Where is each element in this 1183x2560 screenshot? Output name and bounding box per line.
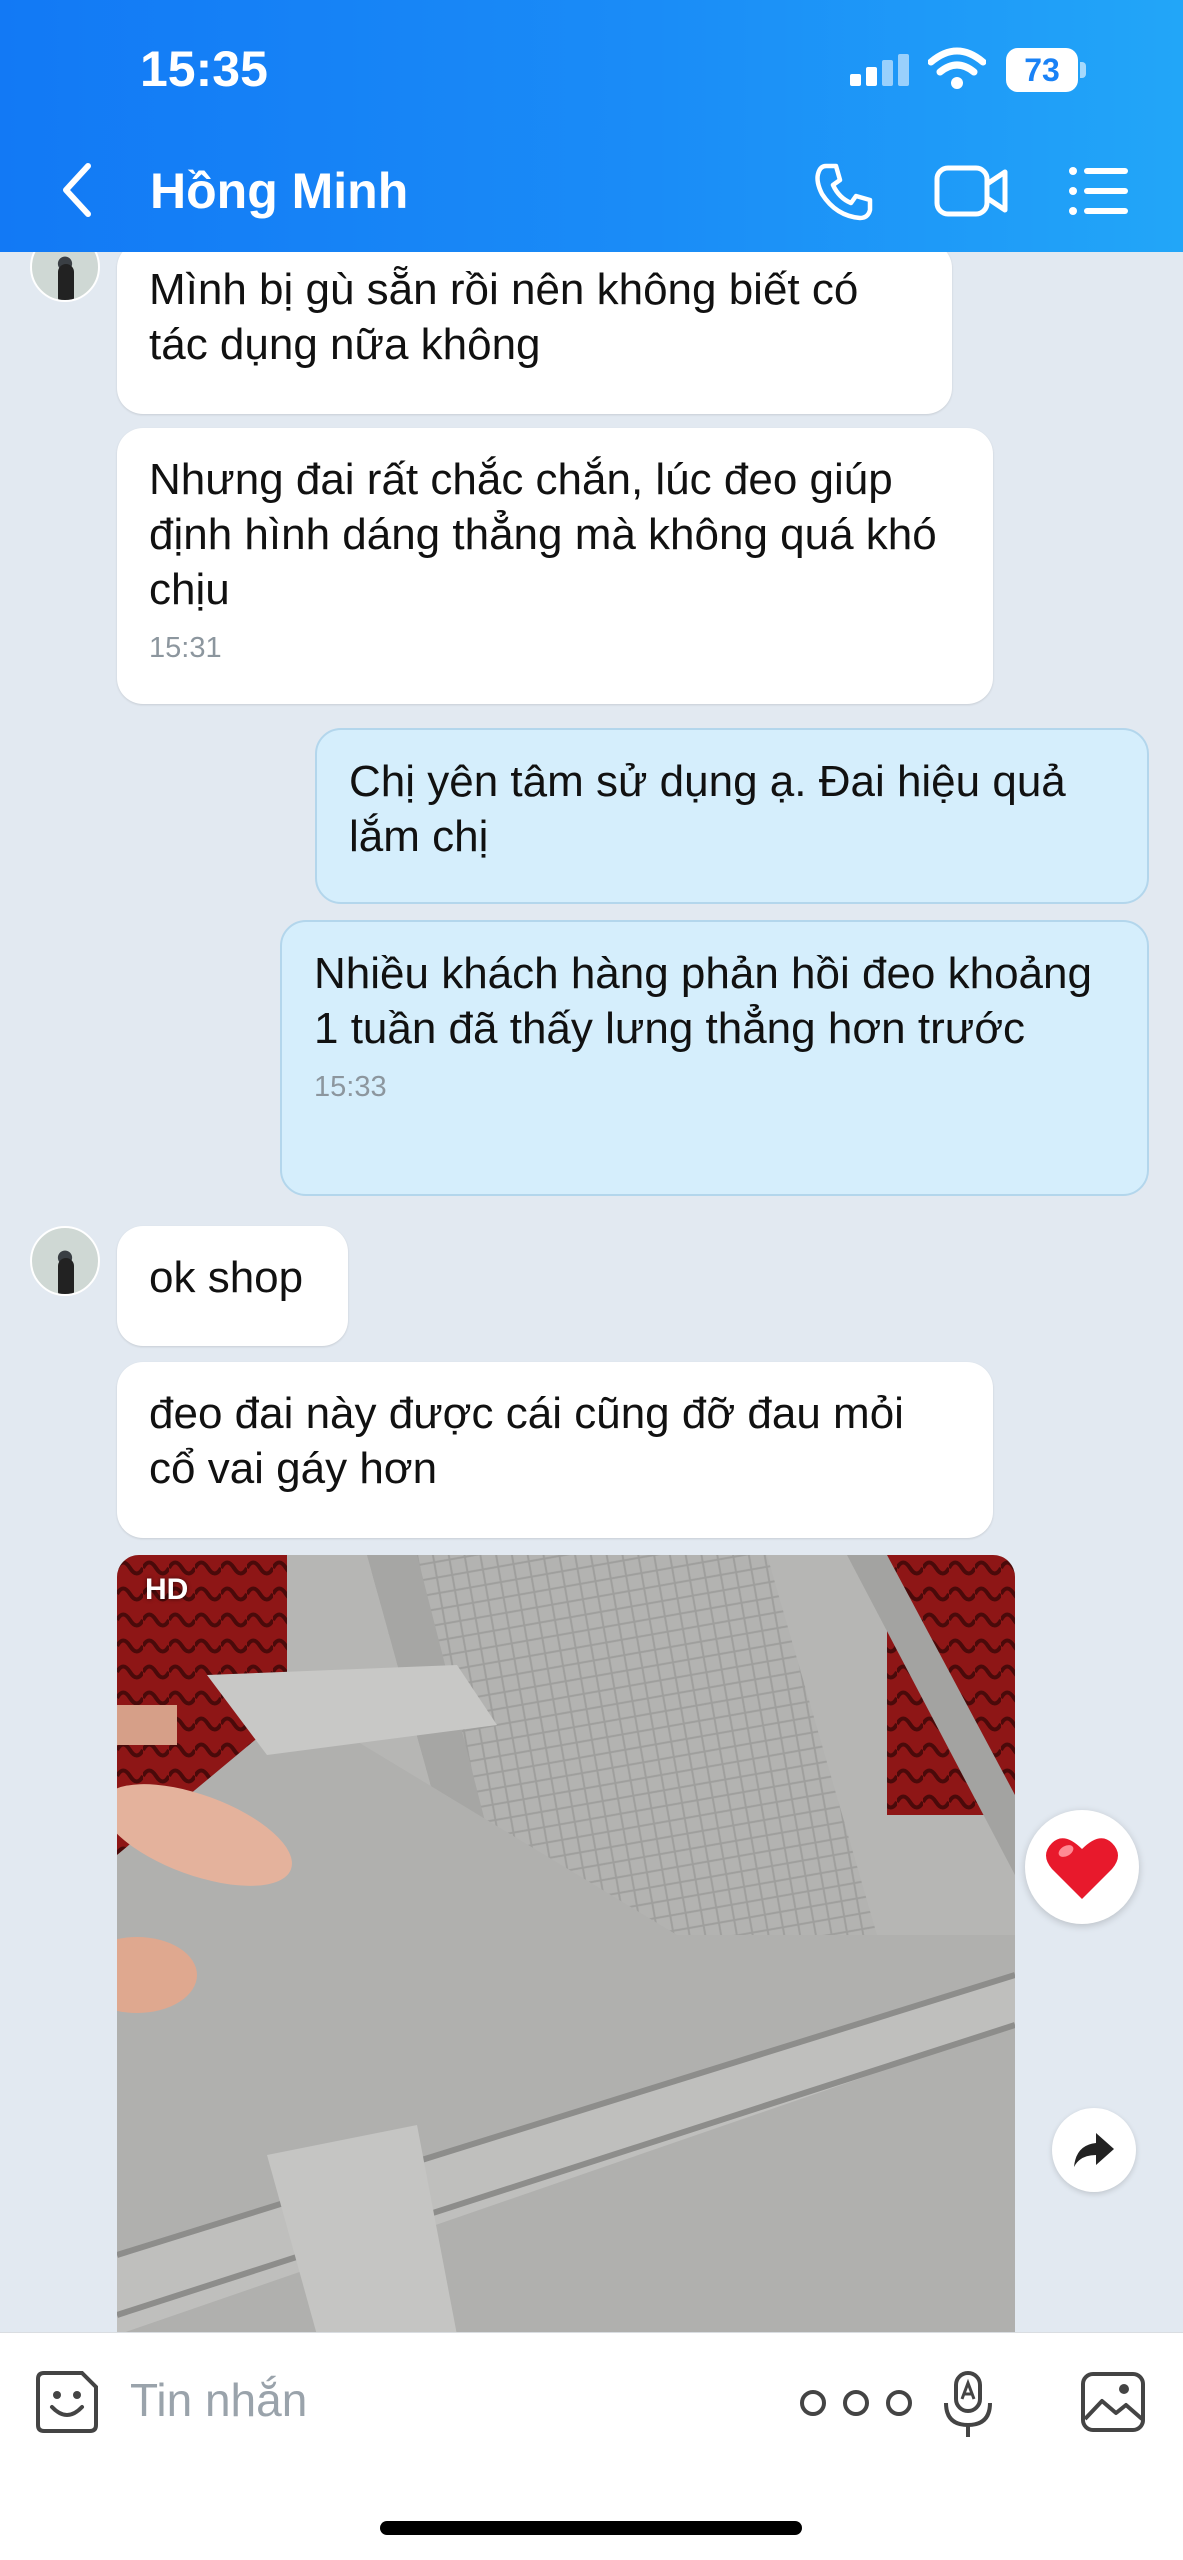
message-bubble[interactable]: Mình bị gù sẵn rồi nên không biết có tác… xyxy=(117,252,952,414)
battery-icon: 73 xyxy=(1006,48,1086,92)
contact-avatar[interactable] xyxy=(30,1226,100,1296)
message-bubble[interactable]: Nhiều khách hàng phản hồi đeo khoảng 1 t… xyxy=(280,920,1149,1196)
home-indicator xyxy=(380,2521,802,2535)
message-list[interactable]: Mình bị gù sẵn rồi nên không biết có tác… xyxy=(0,252,1183,2332)
message-text: đeo đai này được cái cũng đỡ đau mỏi cổ … xyxy=(149,1389,904,1493)
share-icon xyxy=(1074,2133,1114,2167)
message-text: Chị yên tâm sử dụng ạ. Đai hiệu quả lắm … xyxy=(349,757,1066,861)
message-time: 15:31 xyxy=(149,632,222,664)
message-bubble[interactable]: đeo đai này được cái cũng đỡ đau mỏi cổ … xyxy=(117,1362,993,1538)
message-text: Nhưng đai rất chắc chắn, lúc đeo giúp đị… xyxy=(149,455,937,614)
signal-icon xyxy=(850,54,909,86)
message-bubble[interactable]: ok shop xyxy=(117,1226,348,1346)
back-icon[interactable] xyxy=(52,160,102,220)
hd-badge: HD xyxy=(145,1573,189,1606)
message-bubble[interactable]: Nhưng đai rất chắc chắn, lúc đeo giúp đị… xyxy=(117,428,993,704)
phone-icon[interactable] xyxy=(812,160,876,224)
video-call-icon[interactable] xyxy=(934,162,1008,220)
heart-icon xyxy=(1046,1838,1118,1899)
composer-bar: Tin nhắn xyxy=(0,2332,1183,2560)
heart-reaction-button[interactable] xyxy=(1025,1810,1139,1924)
contact-avatar[interactable] xyxy=(30,252,100,302)
share-button[interactable] xyxy=(1052,2108,1136,2192)
message-text: Nhiều khách hàng phản hồi đeo khoảng 1 t… xyxy=(314,949,1092,1053)
photo-image xyxy=(117,1555,1015,2332)
message-bubble[interactable]: Chị yên tâm sử dụng ạ. Đai hiệu quả lắm … xyxy=(315,728,1149,904)
message-time: 15:33 xyxy=(314,1071,387,1103)
image-icon[interactable] xyxy=(1080,2371,1146,2433)
sticker-icon[interactable] xyxy=(34,2369,100,2435)
status-time: 15:35 xyxy=(140,41,268,97)
more-icon[interactable] xyxy=(795,2383,917,2423)
wifi-icon xyxy=(928,47,986,89)
header-bar: 15:35 73 Hồng Minh xyxy=(0,0,1183,252)
message-input[interactable]: Tin nhắn xyxy=(130,2373,307,2427)
message-text: Mình bị gù sẵn rồi nên không biết có tác… xyxy=(149,265,859,369)
battery-level: 73 xyxy=(1006,48,1078,92)
photo-message[interactable]: HD xyxy=(117,1555,1015,2332)
menu-list-icon[interactable] xyxy=(1068,165,1130,217)
message-text: ok shop xyxy=(149,1253,304,1302)
mic-icon[interactable] xyxy=(940,2369,996,2439)
chat-title[interactable]: Hồng Minh xyxy=(150,162,408,220)
